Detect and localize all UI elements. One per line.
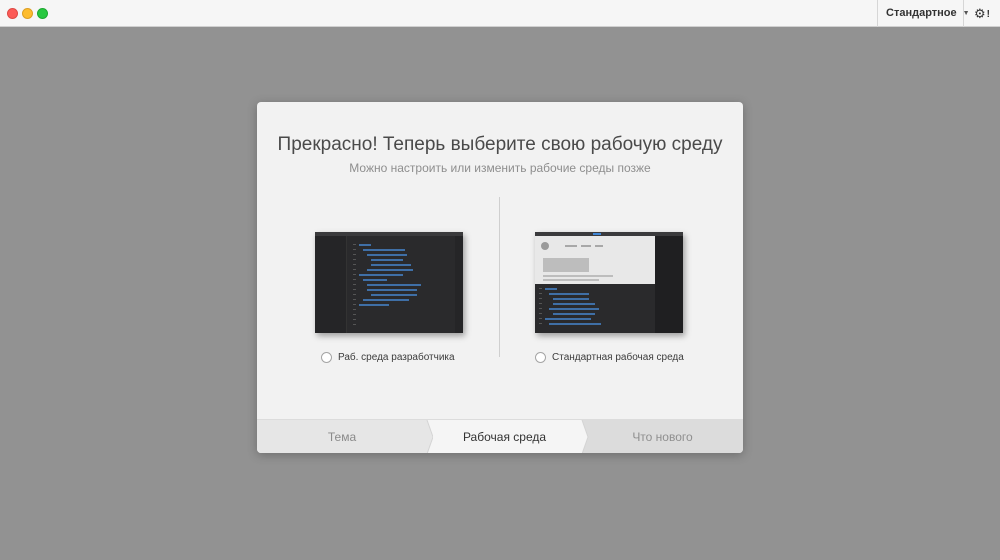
preview-code-line — [549, 293, 589, 295]
options-divider — [499, 197, 500, 357]
step-theme[interactable]: Тема — [257, 420, 427, 453]
preview-code-line — [367, 269, 413, 271]
window-maximize-icon[interactable] — [37, 8, 48, 19]
preview-code-line — [553, 313, 595, 315]
workspace-dropdown[interactable]: Стандартное ▼ — [877, 0, 970, 27]
preview-code-line — [363, 279, 387, 281]
preview-text-line — [543, 279, 599, 281]
preview-active-tab — [593, 233, 601, 235]
preview-code-line — [545, 288, 557, 290]
preview-code-line — [367, 289, 417, 291]
settings-alert-badge: ! — [986, 9, 990, 20]
preview-code-line — [553, 298, 589, 300]
preview-code-line — [359, 304, 389, 306]
preview-code-line — [363, 249, 405, 251]
standard-workspace-label: Стандартная рабочая среда — [552, 351, 684, 363]
preview-image-placeholder — [543, 258, 589, 272]
dialog-title: Прекрасно! Теперь выберите свою рабочую … — [277, 134, 723, 155]
preview-line-numbers — [539, 288, 543, 328]
settings-button[interactable]: ⚙! — [963, 0, 1000, 27]
wizard-steps: Тема Рабочая среда Что нового — [257, 419, 743, 453]
preview-code-line — [549, 308, 599, 310]
dialog-subtitle: Можно настроить или изменить рабочие сре… — [349, 161, 651, 175]
preview-code-line — [371, 294, 417, 296]
workspace-setup-dialog: Прекрасно! Теперь выберите свою рабочую … — [257, 102, 743, 453]
preview-code-line — [367, 284, 421, 286]
preview-code-line — [359, 244, 371, 246]
preview-sidebar — [315, 236, 347, 333]
step-whats-new[interactable]: Что нового — [582, 420, 743, 453]
preview-code-line — [363, 299, 409, 301]
preview-code-line — [371, 259, 403, 261]
standard-workspace-radio[interactable] — [535, 351, 546, 363]
workspace-dropdown-label: Стандартное — [886, 7, 957, 19]
window-close-icon[interactable] — [7, 8, 18, 19]
standard-workspace-option[interactable]: Стандартная рабочая среда — [535, 350, 684, 364]
preview-line-numbers — [353, 244, 357, 328]
title-bar: Стандартное ▼ ⚙! — [0, 0, 1000, 27]
developer-workspace-radio[interactable] — [321, 351, 332, 363]
preview-code-line — [371, 264, 411, 266]
preview-code-line — [545, 318, 591, 320]
step-separator-icon — [578, 420, 589, 453]
preview-nav-link — [595, 245, 603, 247]
developer-workspace-option[interactable]: Раб. среда разработчика — [321, 350, 455, 364]
developer-workspace-preview[interactable] — [315, 232, 463, 333]
gear-icon: ⚙ — [974, 6, 986, 21]
preview-right-panel — [655, 236, 683, 333]
preview-code-line — [553, 303, 595, 305]
preview-live-view — [535, 236, 655, 284]
preview-text-line — [543, 275, 613, 277]
preview-scrollbar — [455, 236, 463, 333]
standard-workspace-preview[interactable] — [535, 232, 683, 333]
preview-code-line — [549, 323, 601, 325]
window-minimize-icon[interactable] — [22, 8, 33, 19]
preview-avatar — [541, 242, 549, 250]
developer-workspace-label: Раб. среда разработчика — [338, 351, 455, 363]
preview-code-line — [367, 254, 407, 256]
step-separator-icon — [419, 420, 433, 453]
preview-code-line — [359, 274, 403, 276]
step-workspace[interactable]: Рабочая среда — [427, 420, 582, 453]
preview-nav-link — [581, 245, 591, 247]
preview-nav-link — [565, 245, 577, 247]
